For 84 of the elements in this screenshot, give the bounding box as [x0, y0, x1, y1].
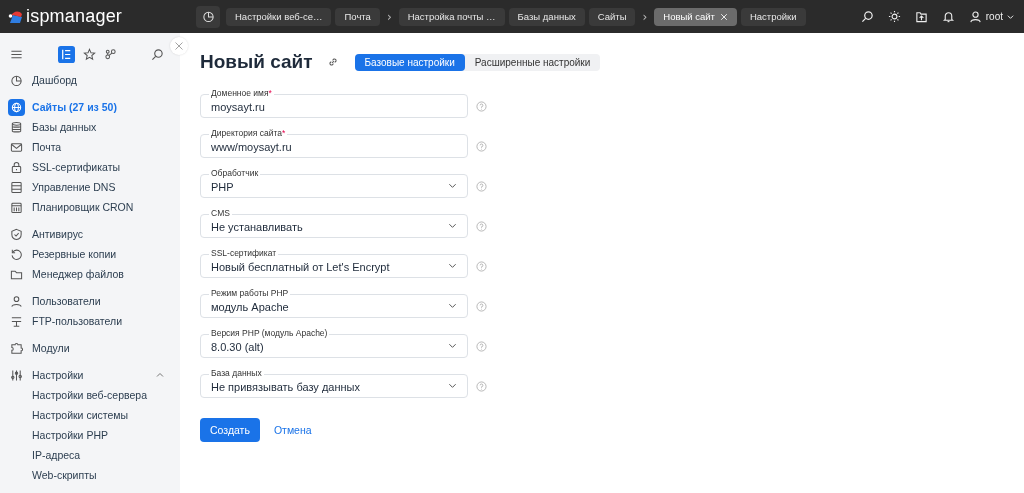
- sidebar-subitem[interactable]: Настройки PHP: [0, 425, 180, 445]
- sidebar-item[interactable]: Базы данных: [0, 117, 180, 137]
- caret-icon: [1007, 13, 1014, 20]
- close-icon: [719, 12, 728, 21]
- history-button[interactable]: [196, 5, 220, 28]
- field-value: www/moysayt.ru: [211, 140, 293, 153]
- calendar-icon: [10, 200, 23, 214]
- sidebar-item[interactable]: Настройки: [0, 365, 180, 385]
- server-icon: [10, 180, 23, 194]
- field-label: База данных: [209, 368, 264, 379]
- breadcrumb-separator: ›: [641, 9, 649, 24]
- sidebar-item[interactable]: FTP-пользователи: [0, 311, 180, 331]
- logo-text: ispmanager: [26, 6, 123, 27]
- restore-icon: [10, 247, 23, 261]
- chevron-down-icon: [448, 223, 457, 229]
- breadcrumb-tab[interactable]: Почта: [335, 7, 380, 26]
- sun-icon[interactable]: [887, 10, 901, 23]
- field-value: модуль Apache: [211, 300, 290, 313]
- star-icon[interactable]: [82, 47, 96, 61]
- sidebar-subitem[interactable]: Настройки системы: [0, 405, 180, 425]
- field-label: CMS: [209, 208, 232, 219]
- sidebar-subitem[interactable]: Web-скрипты: [0, 465, 180, 485]
- breadcrumb-tab[interactable]: Настройки: [740, 7, 806, 26]
- sidebar-subitem[interactable]: IP-адреса: [0, 445, 180, 465]
- pie-chart-icon: [201, 10, 215, 23]
- breadcrumb-tab[interactable]: Новый сайт: [654, 7, 737, 26]
- sidebar-item[interactable]: Дашборд: [0, 70, 180, 90]
- sidebar-item[interactable]: Почта: [0, 137, 180, 157]
- breadcrumb-tab[interactable]: Сайты: [588, 7, 636, 26]
- field-value: Не устанавливать: [211, 220, 304, 233]
- sidebar-item[interactable]: Пользователи: [0, 291, 180, 311]
- nodes-icon[interactable]: [103, 47, 117, 61]
- page-title: Новый сайт: [200, 51, 313, 73]
- settings-tab[interactable]: Базовые настройки: [354, 53, 465, 71]
- chevron-down-icon: [448, 303, 457, 309]
- upload-icon[interactable]: [914, 10, 928, 23]
- chevron-down-icon: [448, 183, 457, 189]
- field-label: Директория сайта*: [209, 128, 288, 139]
- create-button[interactable]: Создать: [200, 418, 260, 442]
- ftp-icon: [10, 314, 23, 328]
- user-menu[interactable]: root: [968, 10, 1014, 23]
- sidebar-subitem[interactable]: Настройки веб-сервера: [0, 385, 180, 405]
- field-value: moysayt.ru: [211, 100, 266, 113]
- chevron-down-icon: [448, 343, 457, 349]
- breadcrumb-separator: ›: [385, 9, 393, 24]
- lock-icon: [10, 160, 23, 174]
- field-value: PHP: [211, 180, 235, 193]
- sidebar-item[interactable]: Резервные копии: [0, 244, 180, 264]
- puzzle-icon: [10, 341, 23, 355]
- field-label: Режим работы PHP: [209, 288, 291, 299]
- list-icon[interactable]: [57, 45, 75, 63]
- breadcrumb-tab[interactable]: Настройки веб-се…: [226, 7, 332, 26]
- user-icon: [10, 294, 23, 308]
- field-label: Доменное имя*: [209, 88, 274, 99]
- sliders-icon: [10, 368, 23, 382]
- field-value: 8.0.30 (alt): [211, 340, 265, 353]
- search-icon[interactable]: [151, 47, 164, 61]
- settings-tab[interactable]: Расширенные настройки: [464, 53, 601, 71]
- field-label: Обработчик: [209, 168, 261, 179]
- chevron-down-icon: [448, 263, 457, 269]
- sidebar-item[interactable]: Сайты (27 из 50): [0, 97, 180, 117]
- sidebar-item[interactable]: Антивирус: [0, 224, 180, 244]
- sidebar-item[interactable]: Модули: [0, 338, 180, 358]
- breadcrumb-tab[interactable]: Базы данных: [508, 7, 585, 26]
- link-icon[interactable]: [326, 56, 339, 68]
- pie-chart-icon: [10, 73, 23, 87]
- sidebar-item[interactable]: Менеджер файлов: [0, 264, 180, 284]
- envelope-icon: [10, 140, 23, 154]
- shield-icon: [10, 227, 23, 241]
- field-value: Не привязывать базу данных: [211, 380, 361, 393]
- sidebar-item[interactable]: Планировщик CRON: [0, 197, 180, 217]
- user-icon: [968, 10, 982, 23]
- cancel-link[interactable]: Отмена: [273, 424, 312, 436]
- database-icon: [10, 120, 23, 134]
- breadcrumb-tab[interactable]: Настройка почты …: [398, 7, 505, 26]
- sidebar-item[interactable]: SSL-сертификаты: [0, 157, 180, 177]
- field-label: Версия PHP (модуль Apache): [209, 328, 330, 339]
- field-label: SSL-сертификат: [209, 248, 279, 259]
- field-value: Новый бесплатный от Let's Encrypt: [211, 260, 391, 273]
- sidebar-item[interactable]: Управление DNS: [0, 177, 180, 197]
- close-icon: [174, 41, 184, 51]
- chevron-down-icon: [448, 383, 457, 389]
- bell-icon[interactable]: [941, 10, 955, 23]
- search-icon[interactable]: [860, 10, 874, 23]
